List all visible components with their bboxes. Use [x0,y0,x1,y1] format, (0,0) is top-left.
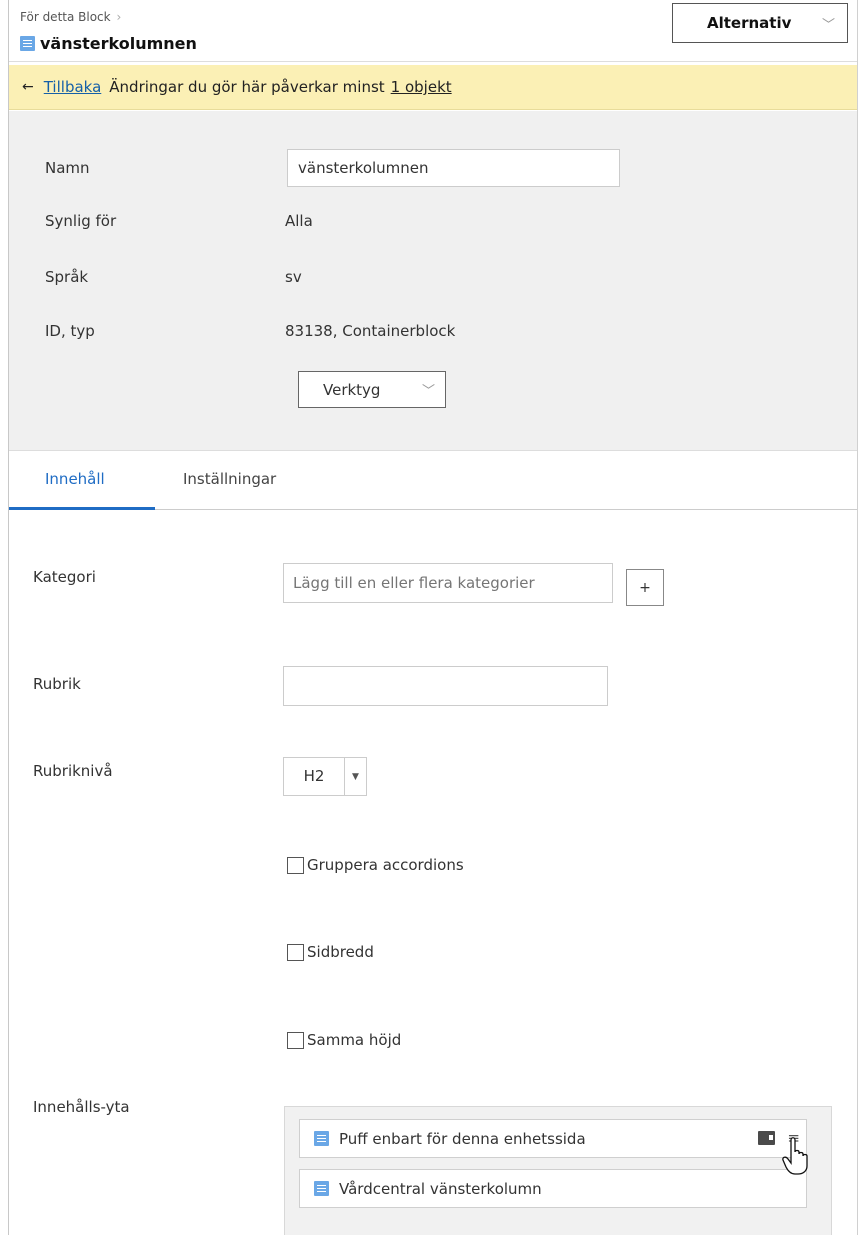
page-width-label[interactable]: Sidbredd [307,943,374,961]
chevron-down-icon: ﹀ [421,384,435,399]
notice-bar: ← Tillbaka Ändringar du gör här påverkar… [9,65,857,110]
name-label: Namn [45,159,90,177]
tab-content[interactable]: Innehåll [45,470,105,488]
content-item-label[interactable]: Vårdcentral vänsterkolumn [339,1180,542,1198]
tab-settings[interactable]: Inställningar [183,470,276,488]
category-input[interactable] [283,563,613,603]
chevron-right-icon: › [116,10,122,24]
back-link[interactable]: Tillbaka [44,78,102,96]
language-value: sv [285,268,302,286]
group-accordions-label[interactable]: Gruppera accordions [307,856,464,874]
id-value: 83138, Containerblock [285,322,456,340]
visible-value: Alla [285,212,313,230]
arrow-left-icon: ← [22,79,34,95]
block-icon [314,1181,329,1196]
id-label: ID, typ [45,322,95,340]
options-button-label: Alternativ [707,14,792,32]
content-item-label[interactable]: Puff enbart för denna enhetssida [339,1130,586,1148]
group-accordions-row[interactable]: Gruppera accordions [287,856,464,874]
tools-button[interactable]: Verktyg ﹀ [298,371,446,408]
same-height-checkbox[interactable] [287,1031,304,1049]
tools-button-label: Verktyg [323,380,381,399]
heading-input[interactable] [283,666,608,706]
content-item[interactable]: Vårdcentral vänsterkolumn [299,1169,807,1208]
visible-label: Synlig för [45,212,117,230]
properties-panel: Namn Synlig för Alla Språk sv ID, typ 83… [9,111,857,451]
options-button[interactable]: Alternativ ﹀ [672,3,848,43]
content-area[interactable]: Puff enbart för denna enhetssida ≡ Vårdc… [284,1106,832,1235]
folder-icon[interactable] [758,1131,776,1145]
breadcrumb-label[interactable]: För detta Block [20,10,111,24]
block-icon [20,36,35,51]
heading-level-label: Rubriknivå [33,762,113,780]
language-label: Språk [45,268,89,286]
content-area-label: Innehålls-yta [33,1098,130,1116]
page-width-row[interactable]: Sidbredd [287,943,374,961]
heading-level-select[interactable]: H2 ▼ [283,757,367,796]
category-label: Kategori [33,568,96,586]
heading-level-value: H2 [284,758,345,795]
object-link[interactable]: 1 objekt [391,78,452,96]
active-tab-indicator [9,507,155,510]
heading-label: Rubrik [33,675,81,693]
chevron-down-icon: ﹀ [821,18,835,33]
page-width-checkbox[interactable] [287,943,304,961]
tab-bar: Innehåll Inställningar [9,452,857,510]
group-accordions-checkbox[interactable] [287,856,304,874]
same-height-row[interactable]: Samma höjd [287,1031,401,1049]
caret-down-icon: ▼ [352,771,359,782]
title-row: vänsterkolumnen [20,34,197,53]
content-item[interactable]: Puff enbart för denna enhetssida ≡ [299,1119,807,1158]
block-icon [314,1131,329,1146]
hand-cursor-icon [782,1137,808,1175]
add-category-button[interactable]: + [626,569,664,606]
breadcrumb[interactable]: För detta Block › [20,10,121,24]
same-height-label[interactable]: Samma höjd [307,1031,401,1049]
name-input[interactable] [287,149,620,187]
page-title: vänsterkolumnen [40,34,197,53]
notice-message: Ändringar du gör här påverkar minst [109,78,385,96]
header: För detta Block › vänsterkolumnen Altern… [9,0,857,62]
